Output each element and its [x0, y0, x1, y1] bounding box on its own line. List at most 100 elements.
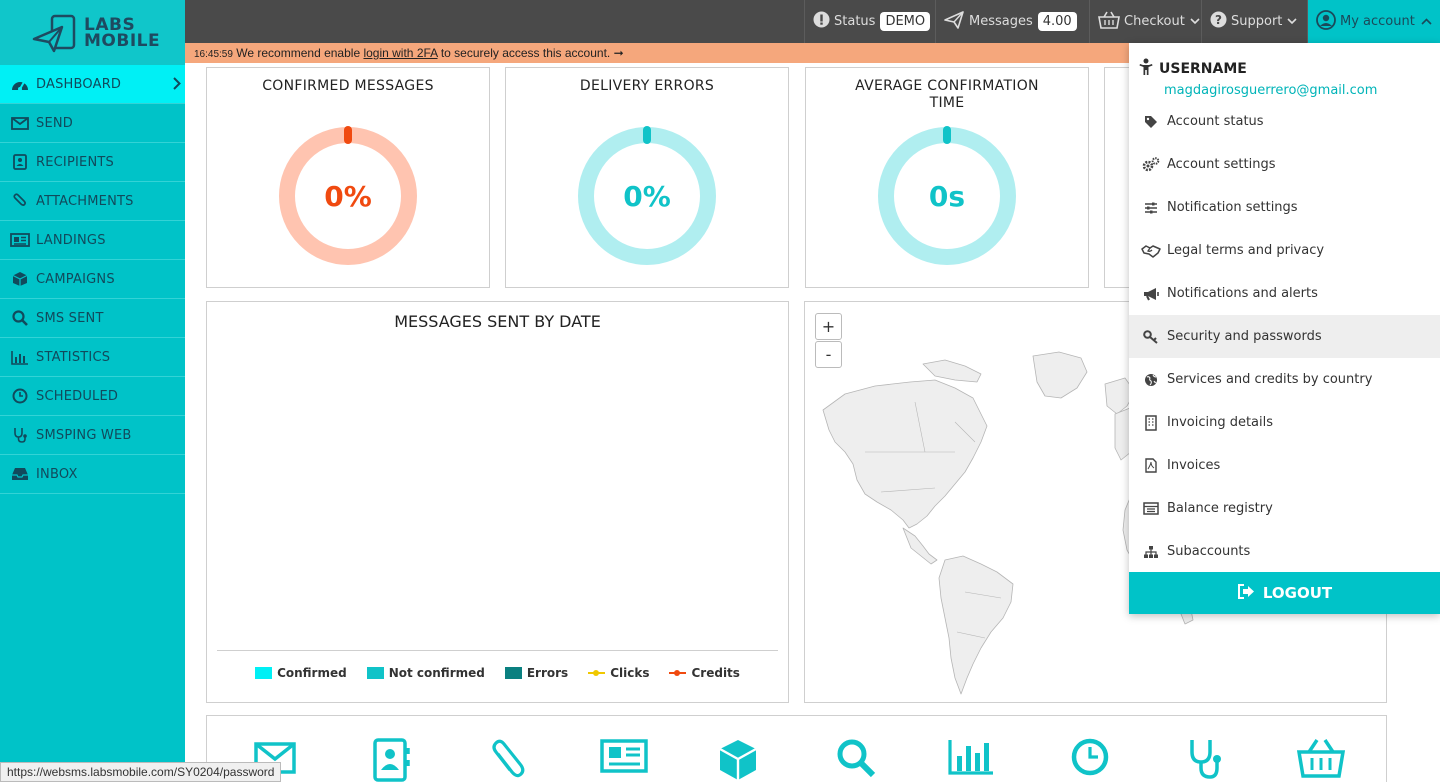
basket-icon[interactable] [1296, 738, 1346, 782]
building-icon [1141, 414, 1161, 431]
sidebar-item-sms-sent[interactable]: SMS SENT [0, 299, 185, 338]
sidebar-item-dashboard[interactable]: DASHBOARD [0, 65, 185, 104]
sidebar-item-label: INBOX [36, 466, 78, 482]
cube-icon[interactable] [718, 738, 758, 782]
bar-chart-icon[interactable] [947, 738, 995, 780]
megaphone-icon [1141, 287, 1161, 301]
dashboard-icon [10, 76, 30, 92]
user-standing-icon [1139, 58, 1153, 80]
status-button[interactable]: Status DEMO [804, 0, 935, 43]
sitemap-icon [1141, 545, 1161, 559]
dropdown-username: USERNAME [1139, 58, 1430, 80]
pdf-file-icon [1141, 458, 1161, 473]
sidebar-item-recipients[interactable]: RECIPIENTS [0, 143, 185, 182]
search-icon[interactable] [836, 738, 876, 782]
chart-title: MESSAGES SENT BY DATE [394, 312, 601, 331]
sidebar-item-scheduled[interactable]: SCHEDULED [0, 377, 185, 416]
sidebar-item-attachments[interactable]: ATTACHMENTS [0, 182, 185, 221]
menu-item-account-status[interactable]: Account status [1129, 100, 1440, 143]
globe-icon [1141, 373, 1161, 387]
messages-sent-chart: MESSAGES SENT BY DATE Confirmed Not conf… [206, 301, 789, 703]
card-title: CONFIRMED MESSAGES [262, 78, 434, 94]
legend-not-confirmed[interactable]: Not confirmed [366, 666, 485, 680]
stethoscope-icon [10, 427, 30, 443]
newspaper-icon[interactable] [600, 738, 648, 778]
warning-time: 16:45:59 [194, 49, 233, 60]
search-icon [10, 310, 30, 326]
legend-swatch [588, 667, 606, 679]
user-circle-icon [1316, 9, 1336, 34]
sign-out-icon [1237, 583, 1255, 603]
inbox-icon [10, 466, 30, 482]
address-book-icon [10, 154, 30, 170]
menu-item-security-passwords[interactable]: Security and passwords [1129, 315, 1440, 358]
legend-errors[interactable]: Errors [504, 666, 568, 680]
warning-text: We recommend enable [232, 46, 364, 60]
dropdown-email: magdagirosguerrero@gmail.com [1164, 83, 1378, 98]
confirmed-messages-card: CONFIRMED MESSAGES 0% [206, 67, 490, 288]
sidebar-item-campaigns[interactable]: CAMPAIGNS [0, 260, 185, 299]
delivery-errors-gauge: 0% [577, 126, 717, 270]
clock-icon[interactable] [1071, 738, 1109, 780]
tag-icon [1141, 115, 1161, 129]
menu-item-balance-registry[interactable]: Balance registry [1129, 487, 1440, 530]
legend-label: Confirmed [277, 666, 347, 680]
menu-item-legal-terms[interactable]: Legal terms and privacy [1129, 229, 1440, 272]
paper-plane-icon [944, 10, 964, 33]
legend-label: Credits [691, 666, 740, 680]
logo[interactable]: LABS MOBILE [0, 0, 185, 65]
chevron-down-icon [1287, 14, 1297, 29]
sidebar-item-label: SCHEDULED [36, 388, 119, 404]
stethoscope-icon[interactable] [1186, 738, 1222, 782]
chart-legend: Confirmed Not confirmed Errors Clicks Cr… [217, 650, 778, 680]
quick-access-strip [206, 715, 1387, 782]
my-account-button[interactable]: My account [1307, 0, 1440, 43]
legend-clicks[interactable]: Clicks [588, 666, 649, 680]
sidebar-item-label: SEND [36, 115, 74, 131]
sidebar-item-send[interactable]: SEND [0, 104, 185, 143]
menu-item-subaccounts[interactable]: Subaccounts [1129, 530, 1440, 573]
menu-item-notification-settings[interactable]: Notification settings [1129, 186, 1440, 229]
list-icon [1141, 502, 1161, 515]
dropdown-user-header: USERNAME magdagirosguerrero@gmail.com [1129, 43, 1440, 100]
warning-text-end: to securely access this account. ➞ [437, 46, 624, 60]
menu-item-invoicing-details[interactable]: Invoicing details [1129, 401, 1440, 444]
logo-text: LABS MOBILE [84, 14, 161, 51]
delivery-errors-card: DELIVERY ERRORS 0% [505, 67, 789, 288]
sidebar-item-label: RECIPIENTS [36, 154, 114, 170]
sidebar-item-statistics[interactable]: STATISTICS [0, 338, 185, 377]
messages-button[interactable]: Messages 4.00 [935, 0, 1089, 43]
menu-item-notifications-alerts[interactable]: Notifications and alerts [1129, 272, 1440, 315]
legend-confirmed[interactable]: Confirmed [255, 666, 347, 680]
chevron-down-icon [1190, 14, 1200, 29]
avg-time-gauge: 0s [877, 126, 1017, 270]
address-book-icon[interactable] [372, 738, 412, 782]
checkout-label: Checkout [1124, 14, 1185, 29]
sidebar-item-smsping-web[interactable]: SMSPING WEB [0, 416, 185, 455]
menu-item-services-credits[interactable]: Services and credits by country [1129, 358, 1440, 401]
legend-swatch [504, 667, 522, 679]
menu-item-invoices[interactable]: Invoices [1129, 444, 1440, 487]
cogs-icon [1141, 157, 1161, 172]
sidebar-item-label: DASHBOARD [36, 76, 122, 92]
sidebar-item-inbox[interactable]: INBOX [0, 455, 185, 494]
clock-icon [10, 388, 30, 404]
sidebar-item-landings[interactable]: LANDINGS [0, 221, 185, 260]
chevron-up-icon [1421, 14, 1432, 29]
handshake-icon [1141, 244, 1161, 258]
status-badge: DEMO [880, 12, 931, 31]
paperclip-icon[interactable] [490, 738, 526, 782]
exclamation-circle-icon [813, 11, 830, 32]
sidebar: LABS MOBILE DASHBOARD SEND RECIPIENTS AT… [0, 0, 185, 782]
enable-2fa-link[interactable]: login with 2FA [363, 46, 437, 60]
support-label: Support [1231, 14, 1283, 29]
logout-button[interactable]: LOGOUT [1129, 572, 1440, 614]
checkout-button[interactable]: Checkout [1089, 0, 1201, 43]
key-icon [1141, 329, 1161, 344]
menu-item-account-settings[interactable]: Account settings [1129, 143, 1440, 186]
legend-swatch [669, 667, 687, 679]
cube-icon [10, 271, 30, 287]
legend-swatch [366, 667, 384, 679]
support-button[interactable]: ? Support [1201, 0, 1307, 43]
legend-credits[interactable]: Credits [669, 666, 740, 680]
